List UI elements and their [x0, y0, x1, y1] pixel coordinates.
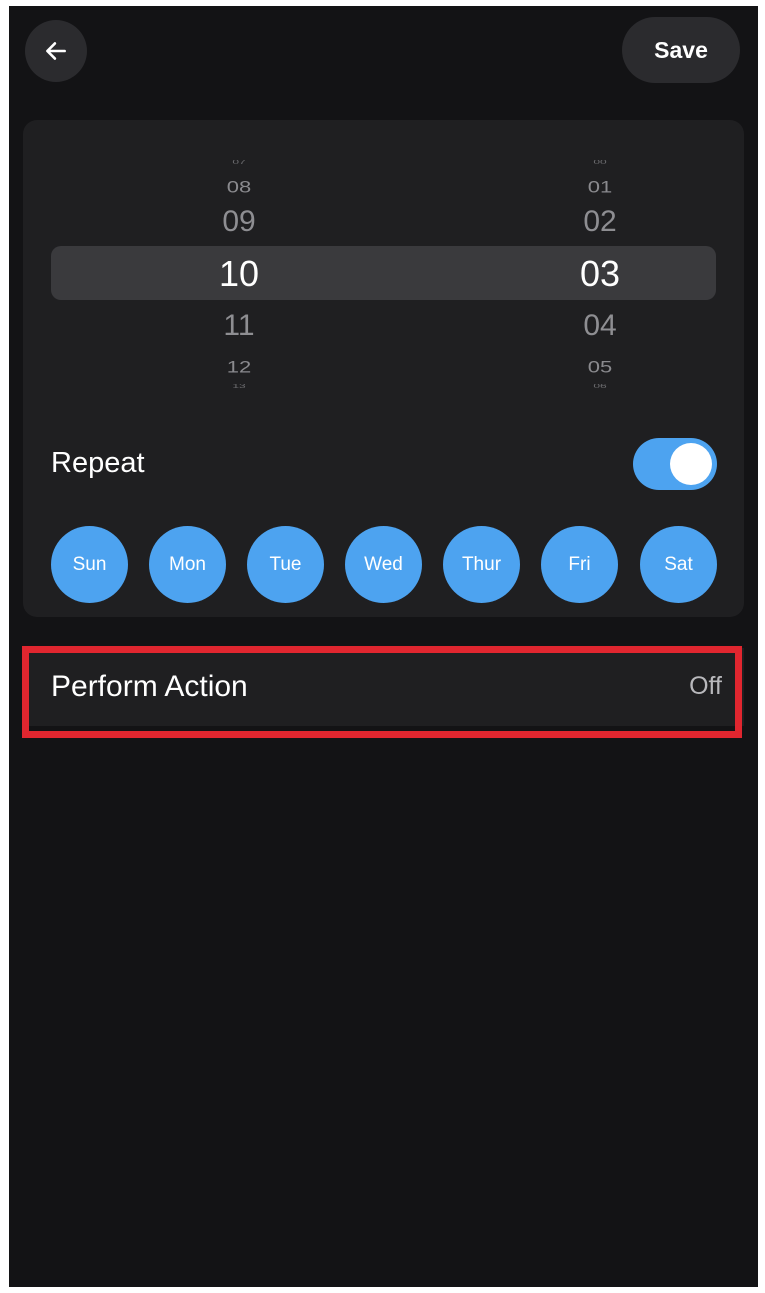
minute-selected[interactable]: 03 [540, 253, 660, 295]
perform-action-value: Off [689, 672, 722, 700]
repeat-toggle[interactable] [633, 438, 717, 490]
day-wed[interactable]: Wed [345, 526, 422, 603]
perform-action-row[interactable]: Perform Action Off [23, 648, 744, 726]
minute-option[interactable]: 05 [540, 357, 660, 377]
day-sun[interactable]: Sun [51, 526, 128, 603]
day-thur[interactable]: Thur [443, 526, 520, 603]
minute-option[interactable]: 02 [540, 205, 660, 239]
minute-wheel[interactable]: 00 01 02 03 04 05 06 [540, 158, 660, 390]
toggle-knob [670, 443, 712, 485]
alarm-settings-card: 07 08 09 10 11 12 13 00 01 02 03 04 05 0… [23, 120, 744, 617]
alarm-edit-screen: Save 07 08 09 10 11 12 13 00 01 02 03 04… [9, 6, 758, 1287]
arrow-left-icon [46, 42, 66, 60]
hour-option[interactable]: 09 [179, 205, 299, 239]
hour-option[interactable]: 11 [179, 309, 299, 343]
hour-option[interactable]: 08 [179, 177, 299, 197]
day-fri[interactable]: Fri [541, 526, 618, 603]
hour-option: 13 [232, 384, 246, 388]
minute-option[interactable]: 01 [540, 177, 660, 197]
day-sat[interactable]: Sat [640, 526, 717, 603]
perform-action-label: Perform Action [51, 670, 248, 703]
hour-selected[interactable]: 10 [179, 253, 299, 295]
repeat-days: Sun Mon Tue Wed Thur Fri Sat [51, 526, 719, 604]
save-button[interactable]: Save [622, 17, 740, 83]
minute-option: 06 [593, 384, 607, 388]
minute-option: 00 [593, 160, 607, 164]
day-tue[interactable]: Tue [247, 526, 324, 603]
hour-option[interactable]: 12 [179, 357, 299, 377]
minute-option[interactable]: 04 [540, 309, 660, 343]
repeat-label: Repeat [51, 447, 145, 479]
day-mon[interactable]: Mon [149, 526, 226, 603]
back-button[interactable] [25, 20, 87, 82]
hour-wheel[interactable]: 07 08 09 10 11 12 13 [179, 158, 299, 390]
hour-option: 07 [232, 160, 246, 164]
